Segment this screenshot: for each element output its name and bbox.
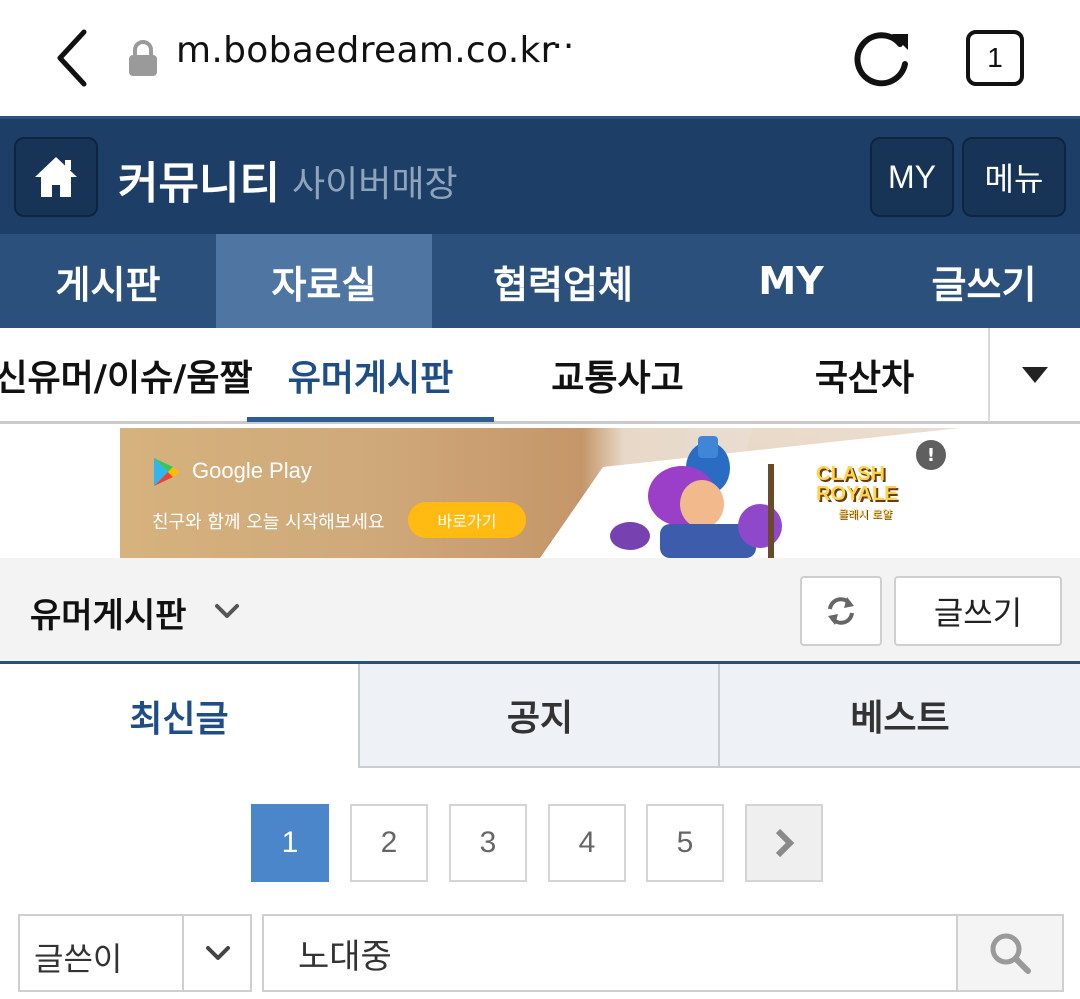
search-button[interactable] (956, 914, 1064, 992)
my-button[interactable]: MY (870, 137, 954, 217)
refresh-icon (828, 597, 854, 625)
url-overflow: ··· (540, 26, 575, 67)
ad-game-subtitle: 클래시 로얄 (838, 508, 893, 521)
tab-notice[interactable]: 공지 (358, 664, 720, 768)
search-type-select[interactable]: 글쓴이 (18, 914, 252, 992)
refresh-button[interactable] (800, 576, 882, 646)
sub-nav-more-button[interactable] (988, 328, 1080, 422)
search-type-label: 글쓴이 (34, 940, 123, 978)
chevron-left-icon (57, 29, 87, 87)
home-button[interactable] (14, 137, 98, 217)
board-title[interactable]: 유머게시판 (30, 588, 186, 637)
ad-store-name: Google Play (192, 458, 312, 483)
page-button[interactable]: 2 (350, 804, 428, 882)
ad-character-image (610, 436, 782, 558)
sub-nav: 신유머/이슈/움짤 유머게시판 교통사고 국산차 (0, 328, 1080, 424)
pagination: 1 2 3 4 5 (0, 802, 1080, 884)
lock-icon (129, 40, 157, 76)
site-header: 커뮤니티 사이버매장 MY 메뉴 (0, 116, 1080, 234)
search-type-dropdown[interactable] (182, 916, 252, 990)
tab-best[interactable]: 베스트 (718, 664, 1080, 768)
home-icon (35, 157, 77, 197)
nav-item-board[interactable]: 게시판 (0, 234, 216, 328)
ad-game-title-2: ROYALE (816, 483, 898, 505)
tab-latest[interactable]: 최신글 (0, 664, 358, 768)
nav-item-write[interactable]: 글쓰기 (888, 234, 1080, 328)
reload-icon[interactable] (848, 26, 914, 92)
sub-nav-item-accidents[interactable]: 교통사고 (494, 328, 741, 422)
board-header: 유머게시판 글쓰기 (0, 558, 1080, 664)
sub-nav-item-domestic-cars[interactable]: 국산차 (741, 328, 988, 422)
main-nav: 게시판 자료실 협력업체 MY 글쓰기 (0, 234, 1080, 328)
search-input[interactable] (262, 914, 956, 992)
next-page-button[interactable] (745, 804, 823, 882)
site-title: 커뮤니티 (118, 158, 280, 209)
tab-count-button[interactable]: 1 (966, 30, 1024, 86)
url-text[interactable]: m.bobaedream.co.kr (176, 30, 556, 71)
nav-item-archive[interactable]: 자료실 (216, 234, 432, 328)
page-button[interactable]: 4 (548, 804, 626, 882)
nav-item-my[interactable]: MY (694, 234, 888, 328)
page-button[interactable]: 1 (251, 804, 329, 882)
search-icon (990, 933, 1031, 974)
filter-tabs: 최신글 공지 베스트 (0, 664, 1080, 768)
active-tab-indicator (247, 417, 494, 422)
caret-down-icon (1022, 367, 1048, 383)
chevron-down-icon[interactable] (212, 596, 242, 626)
back-button[interactable] (42, 26, 102, 90)
ad-game-title-1: CLASH (816, 463, 885, 485)
site-subtitle-link[interactable]: 사이버매장 (292, 155, 458, 207)
sub-nav-item-new-humor[interactable]: 신유머/이슈/움짤 (0, 328, 253, 422)
page-button[interactable]: 5 (646, 804, 724, 882)
sub-nav-item-humor-board[interactable]: 유머게시판 (247, 328, 494, 422)
write-post-button[interactable]: 글쓰기 (894, 576, 1062, 646)
ad-game-logo: CLASH ROYALE (816, 464, 898, 504)
chevron-right-icon (775, 828, 795, 858)
ad-banner[interactable]: Google Play 친구와 함께 오늘 시작해보세요 바로가기 CLASH R… (120, 428, 960, 558)
page-button[interactable]: 3 (449, 804, 527, 882)
google-play-icon (154, 458, 180, 486)
ad-cta-button[interactable]: 바로가기 (408, 502, 526, 538)
browser-toolbar: m.bobaedream.co.kr ··· 1 (0, 0, 1080, 116)
chevron-down-icon (206, 946, 230, 960)
ad-tagline: 친구와 함께 오늘 시작해보세요 (152, 512, 385, 533)
menu-button[interactable]: 메뉴 (962, 137, 1066, 217)
ad-info-icon[interactable]: ! (916, 440, 946, 470)
nav-item-partners[interactable]: 협력업체 (432, 234, 694, 328)
